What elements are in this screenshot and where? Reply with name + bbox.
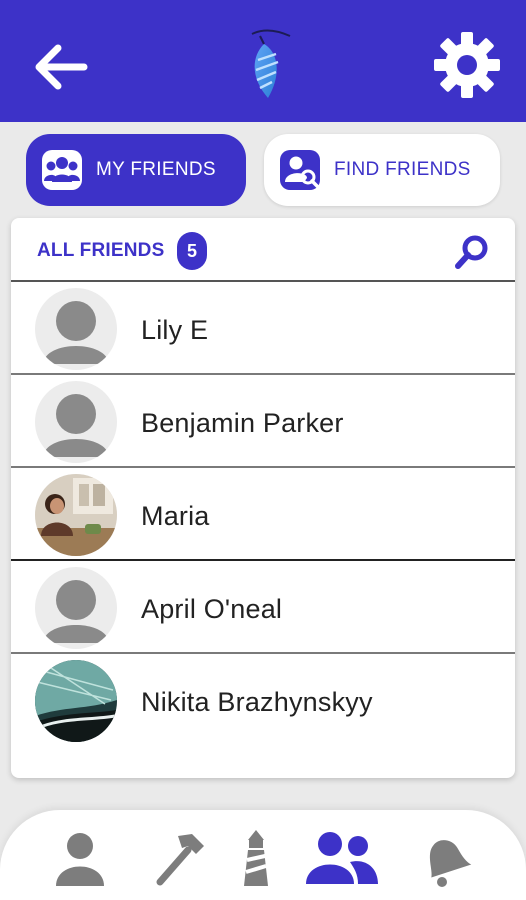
hammer-icon[interactable] <box>152 828 208 888</box>
default-avatar-icon <box>35 381 117 463</box>
friend-name: Lily E <box>141 315 209 345</box>
search-icon[interactable] <box>453 232 493 272</box>
group-icon <box>42 150 82 190</box>
friend-row-april[interactable]: April O'neal <box>11 561 515 654</box>
friend-row-nikita[interactable]: Nikita Brazhynskyy <box>11 654 515 747</box>
my-friends-tab[interactable]: MY FRIENDS <box>26 134 246 206</box>
friend-row-benjamin[interactable]: Benjamin Parker <box>11 375 515 468</box>
all-friends-title: ALL FRIENDS <box>37 240 165 261</box>
back-arrow-icon[interactable] <box>28 34 94 100</box>
friends-list-card: ALL FRIENDS 5 Lily E Benjamin Parker Mar… <box>11 218 515 778</box>
find-friends-label: FIND FRIENDS <box>334 159 471 180</box>
default-avatar-icon <box>35 567 117 649</box>
feather-logo-icon <box>251 29 291 98</box>
find-friends-tab[interactable]: FIND FRIENDS <box>264 134 500 206</box>
top-app-bar <box>0 0 526 122</box>
friends-count-badge: 5 <box>177 232 207 270</box>
my-friends-label: MY FRIENDS <box>96 159 216 180</box>
find-person-icon <box>280 150 320 190</box>
friend-row-maria[interactable]: Maria <box>11 468 515 561</box>
friend-name: April O'neal <box>141 594 283 624</box>
friends-icon[interactable] <box>302 828 380 888</box>
default-avatar-icon <box>35 288 117 370</box>
person-icon[interactable] <box>52 828 108 888</box>
friend-name: Maria <box>141 501 210 531</box>
settings-gear-icon[interactable] <box>432 30 502 100</box>
bell-icon[interactable] <box>416 828 472 888</box>
maria-photo-avatar <box>35 474 117 556</box>
bottom-navigation <box>0 810 526 900</box>
friend-name: Benjamin Parker <box>141 408 344 438</box>
friend-name: Nikita Brazhynskyy <box>141 687 373 717</box>
lighthouse-icon[interactable] <box>236 828 276 888</box>
friend-row-lily[interactable]: Lily E <box>11 282 515 375</box>
friends-list-header: ALL FRIENDS 5 <box>11 218 515 282</box>
nikita-photo-avatar <box>35 660 117 742</box>
